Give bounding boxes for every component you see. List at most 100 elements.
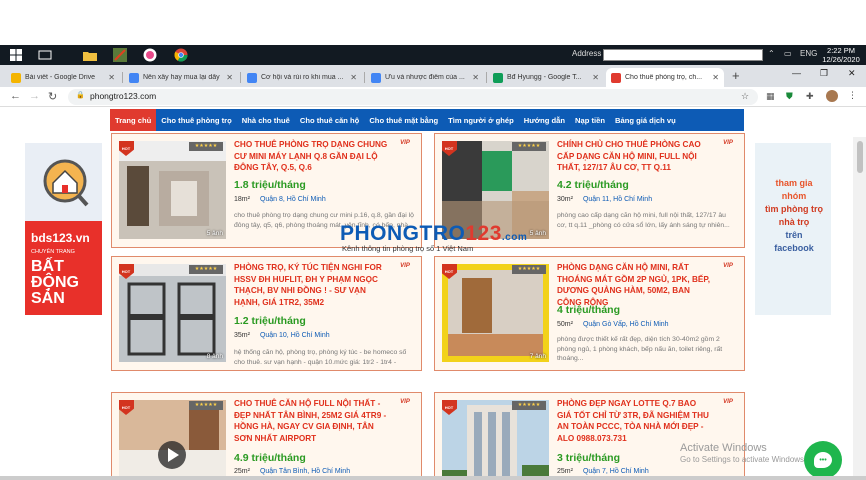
url-bar[interactable] <box>68 89 758 105</box>
banner-line: nhà trọ <box>778 217 810 227</box>
chrome-icon[interactable] <box>173 47 189 63</box>
file-explorer-icon[interactable] <box>82 47 98 63</box>
close-tab-icon[interactable]: ✕ <box>592 73 599 82</box>
listing-title[interactable]: Phòng Trọ, Ký túc Tiện Nghi for HSSV ĐH … <box>234 262 389 308</box>
clock[interactable]: 2:22 PM 12/26/2020 <box>818 46 864 64</box>
language-indicator[interactable]: ENG <box>800 49 817 58</box>
listing-card[interactable]: HOT ★★★★★ 7 ảnh VIP Phòng dạng căn hộ mi… <box>434 256 745 371</box>
tab-article-3[interactable]: Ưu và nhược điểm của ... ✕ <box>366 68 484 87</box>
listing-meta: 35m² Quận 10, Hồ Chí Minh <box>234 332 330 339</box>
close-tab-icon[interactable]: ✕ <box>472 73 479 82</box>
listing-photo[interactable]: HOT ★★★★★ 7 ảnh <box>442 264 549 362</box>
url-text[interactable]: phongtro123.com <box>90 91 156 101</box>
vip-badge: VIP <box>723 263 733 269</box>
blank-area <box>0 0 866 45</box>
menu-icon[interactable]: ⋮ <box>848 90 857 101</box>
address-toolbar-input[interactable] <box>603 49 763 61</box>
nav-pricing[interactable]: Bảng giá dịch vụ <box>610 109 681 131</box>
listing-title[interactable]: Cho thuê căn hộ FULL NỘI THẤT - Đẹp nhất… <box>234 398 389 444</box>
lock-icon[interactable]: 🔒 <box>76 91 85 99</box>
tab-google-drive[interactable]: Bài viết - Google Drive ✕ <box>6 68 120 87</box>
tab-phongtro123[interactable]: Cho thuê phòng trọ, ch... ✕ <box>606 68 724 87</box>
itunes-icon[interactable] <box>142 47 158 63</box>
close-tab-icon[interactable]: ✕ <box>108 73 115 82</box>
tray-chevron-icon[interactable]: ⌃ <box>768 49 775 58</box>
site-logo-watermark: PHONGTRO123.com Kênh thông tin phòng trọ… <box>340 222 540 253</box>
nav-rooms[interactable]: Cho thuê phòng trọ <box>156 109 236 131</box>
rating-stars: ★★★★★ <box>189 142 223 151</box>
nav-houses[interactable]: Nhà cho thuê <box>237 109 295 131</box>
tab-title: Ưu và nhược điểm của ... <box>385 74 465 81</box>
restore-icon[interactable]: ❐ <box>820 68 828 79</box>
photo-count: 8 ảnh <box>206 353 223 360</box>
tab-article-2[interactable]: Cơ hội và rủi ro khi mua ... ✕ <box>242 68 362 87</box>
listing-card[interactable]: HOT ★★★★★ VIP Phòng đẹp ngay Lotte Q.7 b… <box>434 392 745 480</box>
network-icon[interactable]: ▭ <box>784 49 792 58</box>
listing-title[interactable]: Chính Chủ Cho Thuê Phòng Cao Cấp Dạng Că… <box>557 139 712 174</box>
listing-area: 25m² <box>234 468 250 475</box>
listing-district[interactable]: Quận 8, Hồ Chí Minh <box>260 196 326 203</box>
extension-icon[interactable]: ▦ <box>766 91 775 102</box>
nav-roommates[interactable]: Tìm người ở ghép <box>443 109 519 131</box>
reload-icon[interactable]: ↻ <box>48 90 57 103</box>
forward-icon[interactable]: → <box>29 90 40 102</box>
close-tab-icon[interactable]: ✕ <box>350 73 357 82</box>
bookmark-star-icon[interactable]: ☆ <box>741 91 749 102</box>
listing-card[interactable]: HOT ★★★★★ VIP Cho thuê căn hộ FULL NỘI T… <box>111 392 422 480</box>
google-sheets-icon <box>493 72 503 83</box>
tab-article-1[interactable]: Nên xây hay mua lại dãy ... ✕ <box>124 68 238 87</box>
back-icon[interactable]: ← <box>10 90 21 102</box>
listing-title[interactable]: Phòng đẹp ngay Lotte Q.7 bao giá tốt chỉ… <box>557 398 712 444</box>
windows-start-icon[interactable] <box>8 47 24 63</box>
listing-card[interactable]: HOT ★★★★★ 8 ảnh VIP Phòng Trọ, Ký túc Ti… <box>111 256 422 371</box>
google-docs-icon <box>247 72 257 83</box>
rating-stars: ★★★★★ <box>512 265 546 274</box>
photo-count: 7 ảnh <box>529 353 546 360</box>
nav-guide[interactable]: Hướng dẫn <box>519 109 570 131</box>
listing-district[interactable]: Quận 10, Hồ Chí Minh <box>260 332 330 339</box>
close-tab-icon[interactable]: ✕ <box>226 73 233 82</box>
listing-title[interactable]: Cho thuê phòng trọ dạng chung cư mini má… <box>234 139 389 174</box>
listing-photo[interactable]: HOT ★★★★★ <box>119 400 226 480</box>
rating-stars: ★★★★★ <box>189 265 223 274</box>
tab-divider <box>364 72 365 83</box>
listing-district[interactable]: Quận Tân Bình, Hồ Chí Minh <box>260 468 350 475</box>
nav-apartments[interactable]: Cho thuê căn hộ <box>295 109 364 131</box>
facebook-group-banner[interactable]: tham gia nhóm tìm phòng trọ nhà trọ trên… <box>755 143 831 315</box>
tab-google-sheets[interactable]: Bđ Hyungg - Google T... ✕ <box>488 68 604 87</box>
scrollbar-thumb[interactable] <box>857 141 863 173</box>
shield-icon[interactable]: ⛊ <box>786 91 793 102</box>
listing-area: 35m² <box>234 332 250 339</box>
puzzle-icon[interactable]: ✚ <box>806 91 814 102</box>
app-icon[interactable] <box>112 47 128 63</box>
bds123-banner[interactable]: bds123.vn CHUYÊN TRANG BẤT ĐỘNG SẢN <box>25 143 102 315</box>
new-tab-icon[interactable]: + <box>732 68 740 83</box>
minimize-icon[interactable]: — <box>792 68 801 78</box>
listing-photo[interactable]: HOT ★★★★★ 5 ảnh <box>119 141 226 239</box>
listing-title[interactable]: Phòng dạng căn hộ mini, rất thoáng mát g… <box>557 262 712 308</box>
tab-divider <box>240 72 241 83</box>
listing-district[interactable]: Quận 11, Hồ Chí Minh <box>583 196 652 203</box>
close-window-icon[interactable]: ✕ <box>848 68 856 79</box>
room-photo <box>119 141 226 239</box>
close-tab-icon[interactable]: ✕ <box>712 73 719 82</box>
task-view-icon[interactable] <box>37 47 53 63</box>
nav-home[interactable]: Trang chủ <box>110 109 157 131</box>
house-icon <box>43 159 89 207</box>
listing-photo[interactable]: HOT ★★★★★ <box>442 400 549 480</box>
listing-district[interactable]: Quận 7, Hồ Chí Minh <box>583 468 649 475</box>
listing-photo[interactable]: HOT ★★★★★ 8 ảnh <box>119 264 226 362</box>
page-scrollbar[interactable] <box>853 137 866 480</box>
listing-meta: 18m² Quận 8, Hồ Chí Minh <box>234 196 326 203</box>
banner-line: facebook <box>774 243 814 253</box>
listing-description: hệ thống căn hộ, phòng trọ, phòng ký túc… <box>234 349 407 366</box>
avatar[interactable] <box>826 90 838 102</box>
nav-topup[interactable]: Nạp tiền <box>570 109 610 131</box>
listing-district[interactable]: Quận Gò Vấp, Hồ Chí Minh <box>583 321 669 328</box>
banner-line: nhóm <box>781 191 807 201</box>
chat-button[interactable]: ••• <box>804 441 842 479</box>
nav-premises[interactable]: Cho thuê mặt bằng <box>364 109 443 131</box>
google-docs-icon <box>371 72 381 83</box>
tab-divider <box>486 72 487 83</box>
room-photo <box>119 264 226 362</box>
